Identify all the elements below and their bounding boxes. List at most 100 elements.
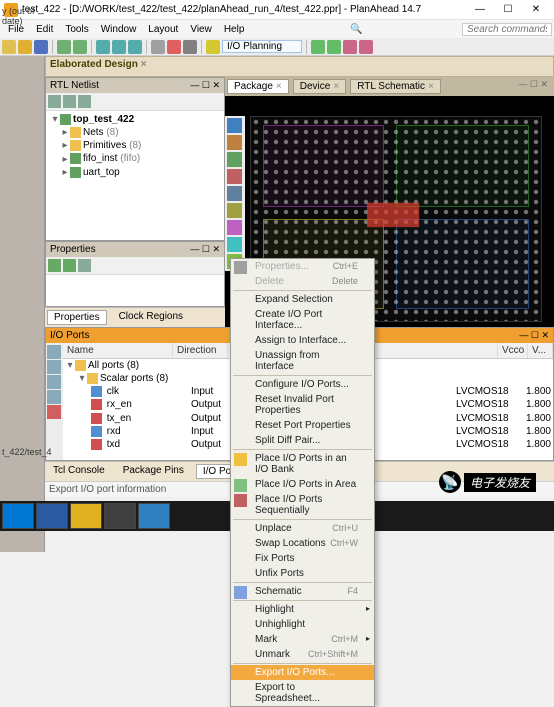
menu-export-to-spreadsheet[interactable]: Export to Spreadsheet... bbox=[231, 680, 374, 706]
menu-place-i-o-ports-sequentially[interactable]: Place I/O Ports Sequentially bbox=[231, 492, 374, 518]
menu-swap-locations[interactable]: Swap LocationsCtrl+W bbox=[231, 536, 374, 551]
menu-unhighlight[interactable]: Unhighlight bbox=[231, 617, 374, 632]
taskbar-item[interactable] bbox=[138, 503, 170, 529]
menu-reset-port-properties[interactable]: Reset Port Properties bbox=[231, 418, 374, 433]
undo-icon[interactable] bbox=[57, 40, 71, 54]
expand-icon[interactable] bbox=[48, 95, 61, 108]
design-tab[interactable]: Elaborated Design bbox=[45, 56, 554, 77]
back-icon[interactable] bbox=[48, 259, 61, 272]
cut-icon[interactable] bbox=[96, 40, 110, 54]
tab-package-pins[interactable]: Package Pins bbox=[117, 464, 190, 479]
tab-package[interactable]: Package× bbox=[227, 79, 289, 94]
collapse-all-icon[interactable] bbox=[47, 360, 61, 374]
save-icon[interactable] bbox=[34, 40, 48, 54]
pan-icon[interactable] bbox=[227, 169, 242, 184]
minimize-button[interactable]: — bbox=[466, 1, 494, 19]
new-icon[interactable] bbox=[2, 40, 16, 54]
menu-place-i-o-ports-in-area[interactable]: Place I/O Ports in Area bbox=[231, 477, 374, 492]
menu-highlight[interactable]: Highlight bbox=[231, 602, 374, 617]
open-icon[interactable] bbox=[18, 40, 32, 54]
context-menu: Properties...Ctrl+EDeleteDelete Expand Se… bbox=[230, 258, 375, 707]
copy-icon[interactable] bbox=[112, 40, 126, 54]
expand-all-icon[interactable] bbox=[47, 345, 61, 359]
left-tabs: Properties Clock Regions bbox=[45, 307, 225, 327]
window-title: test_422 - [D:/WORK/test_422/test_422/pl… bbox=[22, 4, 466, 15]
menu-help[interactable]: Help bbox=[218, 22, 251, 37]
select-tool-icon[interactable] bbox=[227, 186, 242, 201]
gear-icon[interactable] bbox=[183, 40, 197, 54]
taskbar-item[interactable] bbox=[104, 503, 136, 529]
menu-assign-to-interface[interactable]: Assign to Interface... bbox=[231, 333, 374, 348]
menu-mark[interactable]: MarkCtrl+M bbox=[231, 632, 374, 647]
paste-icon[interactable] bbox=[128, 40, 142, 54]
tab-tcl[interactable]: Tcl Console bbox=[47, 464, 111, 479]
tab-properties[interactable]: Properties bbox=[47, 310, 107, 325]
tab-clock-regions[interactable]: Clock Regions bbox=[113, 310, 189, 325]
menu-configure-i-o-ports[interactable]: Configure I/O Ports... bbox=[231, 377, 374, 392]
redo-icon[interactable] bbox=[73, 40, 87, 54]
menu-layout[interactable]: Layout bbox=[142, 22, 184, 37]
tab-rtl-schematic[interactable]: RTL Schematic× bbox=[350, 79, 441, 94]
menu-unfix-ports[interactable]: Unfix Ports bbox=[231, 566, 374, 581]
watermark-icon: 📡 bbox=[439, 471, 461, 493]
menu-expand-selection[interactable]: Expand Selection bbox=[231, 292, 374, 307]
sort-icon[interactable] bbox=[47, 390, 61, 404]
zoom-icon[interactable] bbox=[311, 40, 325, 54]
zoom-fit-icon[interactable] bbox=[227, 152, 242, 167]
netlist-panel: RTL Netlist — ☐ ✕ ▾top_test_422 ▸Nets (8… bbox=[45, 77, 225, 241]
menu-tools[interactable]: Tools bbox=[59, 22, 94, 37]
left-gutter: t_422/test_4 bbox=[0, 77, 45, 552]
left-item: t_422/test_4 bbox=[2, 447, 52, 457]
search-input[interactable] bbox=[462, 23, 552, 36]
menu-view[interactable]: View bbox=[184, 22, 218, 37]
window-titlebar: test_422 - [D:/WORK/test_422/test_422/pl… bbox=[0, 0, 554, 20]
layout-icon[interactable] bbox=[206, 40, 220, 54]
select-icon[interactable] bbox=[343, 40, 357, 54]
zoom-out-icon[interactable] bbox=[227, 135, 242, 150]
tool-icon[interactable] bbox=[151, 40, 165, 54]
filter-ports-icon[interactable] bbox=[47, 375, 61, 389]
device-tabs: Package× Device× RTL Schematic× — ☐ ✕ bbox=[225, 77, 554, 96]
properties-header[interactable]: Properties — ☐ ✕ bbox=[46, 242, 224, 257]
start-button[interactable] bbox=[2, 503, 34, 529]
close-button[interactable]: ✕ bbox=[522, 1, 550, 19]
ports-toolbar bbox=[46, 343, 63, 460]
taskbar-item[interactable] bbox=[70, 503, 102, 529]
view-toolbar bbox=[225, 116, 245, 271]
filter-icon[interactable] bbox=[78, 95, 91, 108]
warning-label: y (out of date) bbox=[2, 6, 44, 26]
menu-schematic[interactable]: SchematicF4 bbox=[231, 584, 374, 599]
ruler-icon[interactable] bbox=[227, 203, 242, 218]
menu-unplace[interactable]: UnplaceCtrl+U bbox=[231, 521, 374, 536]
maximize-button[interactable]: ☐ bbox=[494, 1, 522, 19]
menu-fix-ports[interactable]: Fix Ports bbox=[231, 551, 374, 566]
netlist-tree[interactable]: ▾top_test_422 ▸Nets (8) ▸Primitives (8) … bbox=[46, 111, 224, 240]
netlist-header[interactable]: RTL Netlist — ☐ ✕ bbox=[46, 78, 224, 93]
fwd-icon[interactable] bbox=[63, 259, 76, 272]
menu-create-i-o-port-interface[interactable]: Create I/O Port Interface... bbox=[231, 307, 374, 333]
menu-properties: Properties...Ctrl+E bbox=[231, 259, 374, 274]
highlight-icon[interactable] bbox=[227, 237, 242, 252]
tab-device[interactable]: Device× bbox=[293, 79, 346, 94]
main-toolbar: I/O Planning bbox=[0, 38, 554, 56]
properties-panel: Properties — ☐ ✕ bbox=[45, 241, 225, 307]
menu-window[interactable]: Window bbox=[95, 22, 143, 37]
menu-delete: DeleteDelete bbox=[231, 274, 374, 289]
collapse-icon[interactable] bbox=[63, 95, 76, 108]
errors-icon[interactable] bbox=[47, 405, 61, 419]
apply-icon[interactable] bbox=[78, 259, 91, 272]
zoom-in-icon[interactable] bbox=[227, 118, 242, 133]
fit-icon[interactable] bbox=[327, 40, 341, 54]
measure-icon[interactable] bbox=[359, 40, 373, 54]
menu-unmark[interactable]: UnmarkCtrl+Shift+M bbox=[231, 647, 374, 662]
menu-split-diff-pair[interactable]: Split Diff Pair... bbox=[231, 433, 374, 448]
layout-dropdown[interactable]: I/O Planning bbox=[222, 40, 302, 53]
menubar: File Edit Tools Window Layout View Help … bbox=[0, 20, 554, 38]
taskbar-item[interactable] bbox=[36, 503, 68, 529]
menu-export-i-o-ports[interactable]: Export I/O Ports... bbox=[231, 665, 374, 680]
menu-place-i-o-ports-in-an-i-o-bank[interactable]: Place I/O Ports in an I/O Bank bbox=[231, 451, 374, 477]
layers-icon[interactable] bbox=[227, 220, 242, 235]
menu-reset-invalid-port-properties[interactable]: Reset Invalid Port Properties bbox=[231, 392, 374, 418]
find-icon[interactable] bbox=[167, 40, 181, 54]
menu-unassign-from-interface[interactable]: Unassign from Interface bbox=[231, 348, 374, 374]
